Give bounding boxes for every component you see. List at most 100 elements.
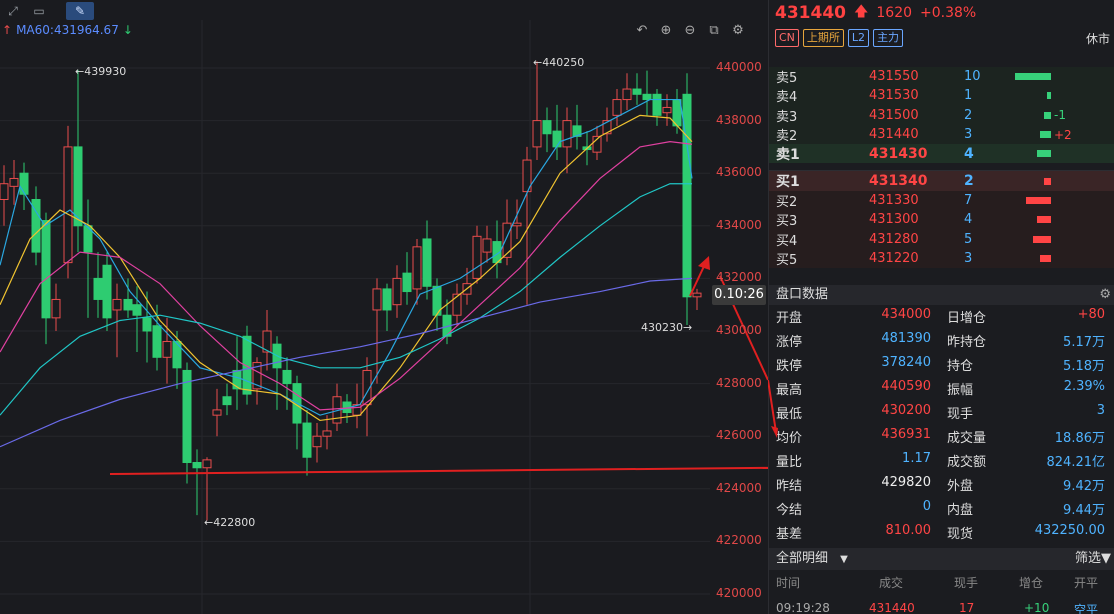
order-book-label: 卖5 [776, 71, 798, 87]
draw-icon[interactable]: ✎ [66, 2, 94, 20]
order-book-volume: 10 [964, 69, 981, 85]
order-book-volume-bar [1015, 73, 1051, 81]
filter-button[interactable]: 筛选▼ [1075, 548, 1111, 570]
candle-body [142, 317, 152, 332]
detail-column-header: 时间 [776, 576, 801, 590]
candle-body [152, 325, 162, 358]
pankou-value: 481390 [881, 331, 931, 346]
quote-panel: 431440 🡅 1620 +0.38% CN 上期所 L2 主力 休市 卖5 4… [768, 0, 1114, 614]
order-book-price: 431530 [869, 88, 919, 104]
pankou-value: 436931 [881, 427, 931, 442]
order-book-row[interactable]: 卖2 431440 3 +2 [769, 124, 1114, 145]
pankou-row: 跌停 378240 持仓 5.18万 [769, 355, 1114, 379]
order-book-volume-bar [1025, 196, 1051, 204]
order-book-price: 431280 [869, 231, 919, 247]
chevron-down-icon[interactable]: ▼ [840, 554, 848, 565]
zoom-out-icon[interactable]: ⊖ [682, 23, 698, 38]
detail-header: 全部明细 ▼ 筛选▼ [769, 548, 1114, 570]
pankou-label: 外盘 [947, 479, 974, 494]
price-axis-label: 432000 [716, 270, 762, 285]
ma60-value: MA60:431964.67 [16, 23, 119, 37]
pankou-label: 涨停 [776, 335, 803, 350]
candle-body [642, 93, 652, 101]
pankou-row: 基差 810.00 现货 432250.00 [769, 523, 1114, 547]
order-book-volume: 4 [964, 145, 974, 162]
order-book-row[interactable]: 买1 431340 2 [769, 171, 1114, 191]
candle-body [182, 369, 192, 464]
pankou-value: 429820 [881, 475, 931, 490]
order-book-price: 431220 [869, 250, 919, 266]
market-status: 休市 [1085, 31, 1110, 46]
candle-body [612, 99, 622, 116]
candle-body [282, 369, 292, 385]
detail-column-header: 开平 [1074, 576, 1099, 590]
ma-up-arrow-icon: ↑ [2, 23, 13, 37]
pankou-label: 均价 [776, 431, 803, 446]
candlestick-chart[interactable]: ⤢ ▭ ✎ ↑ MA60:431964.67 ↓ ↶ ⊕ ⊖ ⧉ ⚙ 44000… [0, 0, 768, 614]
pankou-value: 434000 [881, 307, 931, 322]
price-axis-label: 426000 [716, 428, 762, 443]
order-book-label: 买5 [776, 252, 798, 268]
order-book-volume-bar [1043, 111, 1051, 119]
tag-l2[interactable]: L2 [847, 29, 870, 47]
instrument-tags: CN 上期所 L2 主力 休市 [769, 26, 1114, 50]
tag-main[interactable]: 主力 [873, 29, 904, 47]
price-axis-label: 436000 [716, 165, 762, 180]
detail-title[interactable]: 全部明细 [776, 551, 828, 566]
pankou-value: 3 [1096, 403, 1105, 418]
candle-body [51, 298, 61, 319]
candle-body [452, 293, 462, 316]
order-book-row[interactable]: 卖1 431430 4 [769, 144, 1114, 164]
candle-body [162, 341, 172, 358]
order-book-row[interactable]: 卖3 431500 2 -1 [769, 105, 1114, 125]
candle-body [552, 130, 562, 148]
pankou-label: 昨持仓 [947, 335, 987, 350]
candle-body [402, 272, 412, 293]
ma-down-arrow-icon: ↓ [122, 23, 133, 37]
order-book-row[interactable]: 买4 431280 5 [769, 229, 1114, 249]
gear-icon[interactable]: ⚙ [1099, 285, 1111, 305]
pankou-label: 基差 [776, 527, 803, 542]
order-book-label: 买1 [776, 174, 800, 191]
candle-body [412, 246, 422, 290]
order-book-row[interactable]: 买5 431220 3 [769, 248, 1114, 268]
pankou-value: 5.18万 [1063, 359, 1105, 374]
order-book-row[interactable]: 卖5 431550 10 [769, 67, 1114, 87]
candle-body [632, 88, 642, 95]
candle-body [123, 298, 133, 311]
order-book-price: 431440 [869, 127, 919, 143]
candle-body [41, 220, 51, 319]
candle-body [9, 177, 19, 187]
undo-icon[interactable]: ↶ [634, 23, 650, 38]
candle-body [322, 430, 332, 437]
candle-body [622, 88, 632, 101]
zoom-in-icon[interactable]: ⊕ [658, 23, 674, 38]
order-book-volume: 5 [964, 231, 973, 247]
order-book: 卖5 431550 10 卖4 431530 1 卖3 431500 2 -1 卖2 431440 3 +… [769, 67, 1114, 268]
order-book-row[interactable]: 买2 431330 7 [769, 190, 1114, 211]
pankou-value: 9.44万 [1063, 503, 1105, 518]
tag-cn[interactable]: CN [775, 29, 799, 47]
tag-exchange[interactable]: 上期所 [802, 29, 844, 47]
pankou-row: 今结 0 内盘 9.44万 [769, 499, 1114, 523]
candle-body [63, 146, 73, 264]
pankou-value: 9.42万 [1063, 479, 1105, 494]
order-book-row[interactable]: 卖4 431530 1 [769, 86, 1114, 106]
pankou-label: 昨结 [776, 479, 803, 494]
pankou-label: 量比 [776, 455, 803, 470]
pankou-label: 持仓 [947, 359, 974, 374]
pankou-value: 0 [922, 499, 931, 514]
detail-cell: 空平 [1074, 603, 1099, 614]
order-book-volume-bar [1036, 150, 1051, 158]
expand-icon[interactable]: ⤢ [2, 2, 24, 20]
candle-body [502, 222, 512, 258]
order-book-row[interactable]: 买3 431300 4 [769, 210, 1114, 230]
order-book-volume-bar [1040, 254, 1051, 262]
pankou-row: 涨停 481390 昨持仓 5.17万 [769, 331, 1114, 355]
annotation-arrowhead [698, 256, 710, 270]
pankou-label: 现货 [947, 527, 974, 542]
price-change-pct: +0.38% [920, 5, 977, 21]
detail-cell: 431440 [869, 601, 915, 614]
comment-icon[interactable]: ▭ [28, 2, 50, 20]
pankou-label: 最高 [776, 383, 803, 398]
